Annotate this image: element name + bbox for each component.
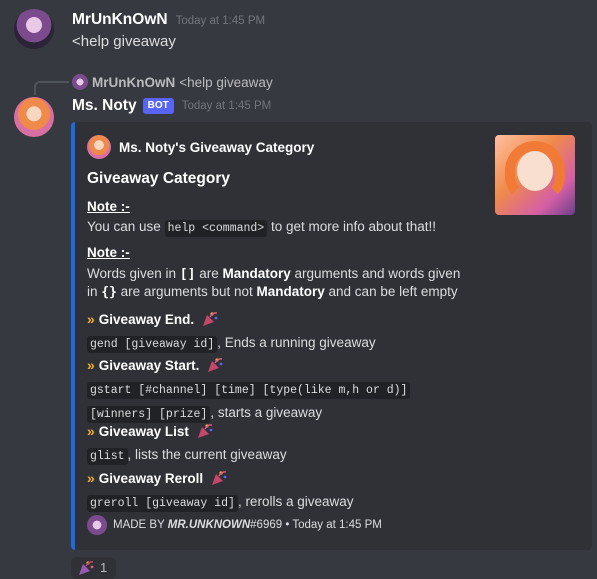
- timestamp: Today at 1:45 PM: [181, 100, 272, 112]
- party-popper-icon: [212, 471, 227, 485]
- chevron-icon: »: [87, 423, 95, 439]
- command-title: Giveaway End.: [98, 311, 195, 327]
- embed-author: Ms. Noty's Giveaway Category: [87, 135, 314, 159]
- command-code: gend [giveaway id]: [87, 336, 218, 353]
- thumbnail-face: [517, 151, 553, 191]
- message-header: Ms. Noty BOT Today at 1:45 PM: [72, 97, 271, 115]
- note-text-part: and can be left empty: [324, 284, 458, 299]
- command-code: glist: [87, 448, 128, 465]
- note-text: You can use help <command> to get more i…: [87, 218, 436, 238]
- note-text-part: Words given in: [87, 266, 180, 281]
- party-popper-icon: [79, 561, 94, 575]
- command-title: Giveaway Start.: [98, 357, 200, 373]
- footer-author: MR.UNKNOWN: [167, 519, 251, 531]
- note-heading: Note :-: [87, 245, 130, 260]
- reply-username[interactable]: MrUnKnOwN: [92, 75, 175, 90]
- command-section: » Giveaway List glist, lists the current…: [87, 422, 287, 466]
- bracket-symbol: []: [179, 267, 196, 282]
- footer-text: MADE BY MR.UNKNOWN#6969 • Today at 1:45 …: [113, 519, 382, 531]
- inline-code: help <command>: [164, 220, 268, 237]
- command-desc: , lists the current giveaway: [127, 447, 287, 462]
- message-content: <help giveaway: [72, 33, 176, 50]
- note-heading: Note :-: [87, 199, 130, 214]
- author-name: Ms. Noty's Giveaway Category: [119, 139, 315, 155]
- bold-text: Mandatory: [256, 284, 325, 299]
- note-text-part: are arguments but not: [116, 284, 257, 299]
- footer-icon: [87, 515, 107, 535]
- note-text-part: in: [87, 284, 102, 299]
- embed-footer: MADE BY MR.UNKNOWN#6969 • Today at 1:45 …: [87, 515, 382, 535]
- command-title: Giveaway List: [98, 423, 189, 439]
- author-icon: [87, 135, 111, 159]
- command-desc: , rerolls a giveaway: [237, 494, 354, 509]
- reply-reference[interactable]: MrUnKnOwN <help giveaway: [72, 74, 273, 90]
- note-text-part: are: [195, 266, 223, 281]
- user-avatar[interactable]: [14, 9, 54, 49]
- command-section: » Giveaway Reroll greroll [giveaway id],…: [87, 469, 354, 513]
- footer-discriminator: #6969: [250, 519, 283, 531]
- bot-username[interactable]: Ms. Noty: [72, 97, 137, 115]
- party-popper-icon: [197, 424, 213, 438]
- party-popper-icon: [208, 358, 223, 372]
- note-text-line: in {} are arguments but not Mandatory an…: [87, 283, 458, 302]
- reply-content[interactable]: <help giveaway: [179, 75, 272, 90]
- timestamp: Today at 1:45 PM: [175, 15, 266, 27]
- message-header: MrUnKnOwN Today at 1:45 PM: [72, 11, 265, 29]
- note-text-line: Words given in [] are Mandatory argument…: [87, 265, 460, 284]
- reply-connector: [34, 81, 69, 95]
- reaction-button[interactable]: 1: [71, 557, 116, 579]
- command-title: Giveaway Reroll: [98, 470, 204, 486]
- command-code-cont: [winners] [prize]: [87, 406, 211, 423]
- command-desc: , Ends a running giveaway: [217, 335, 376, 350]
- command-desc: , starts a giveaway: [210, 405, 323, 420]
- party-popper-icon: [203, 312, 218, 326]
- chevron-icon: »: [87, 470, 95, 486]
- footer-timestamp: Today at 1:45 PM: [292, 519, 382, 531]
- note-text-part: arguments and words given: [290, 266, 461, 281]
- footer-separator: •: [282, 519, 293, 531]
- note-text-part: You can use: [87, 219, 165, 234]
- reaction-count: 1: [100, 560, 108, 575]
- username[interactable]: MrUnKnOwN: [72, 11, 168, 29]
- embed-title: Giveaway Category: [87, 170, 231, 187]
- command-code: gstart [#channel] [time] [type(like m,h …: [87, 382, 411, 399]
- chevron-icon: »: [87, 311, 95, 327]
- chevron-icon: »: [87, 357, 95, 373]
- brace-symbol: {}: [101, 285, 117, 300]
- bot-tag: BOT: [142, 98, 174, 114]
- bot-avatar[interactable]: [14, 97, 54, 137]
- command-section: » Giveaway Start. gstart [#channel] [tim…: [87, 356, 411, 424]
- bold-text: Mandatory: [222, 266, 291, 281]
- command-code: greroll [giveaway id]: [87, 495, 238, 512]
- command-section: » Giveaway End. gend [giveaway id], Ends…: [87, 310, 376, 354]
- note-text-part: to get more info about that!!: [267, 219, 437, 234]
- reply-avatar: [72, 74, 88, 90]
- footer-made-by: MADE BY: [113, 519, 168, 531]
- embed-thumbnail[interactable]: [495, 135, 575, 215]
